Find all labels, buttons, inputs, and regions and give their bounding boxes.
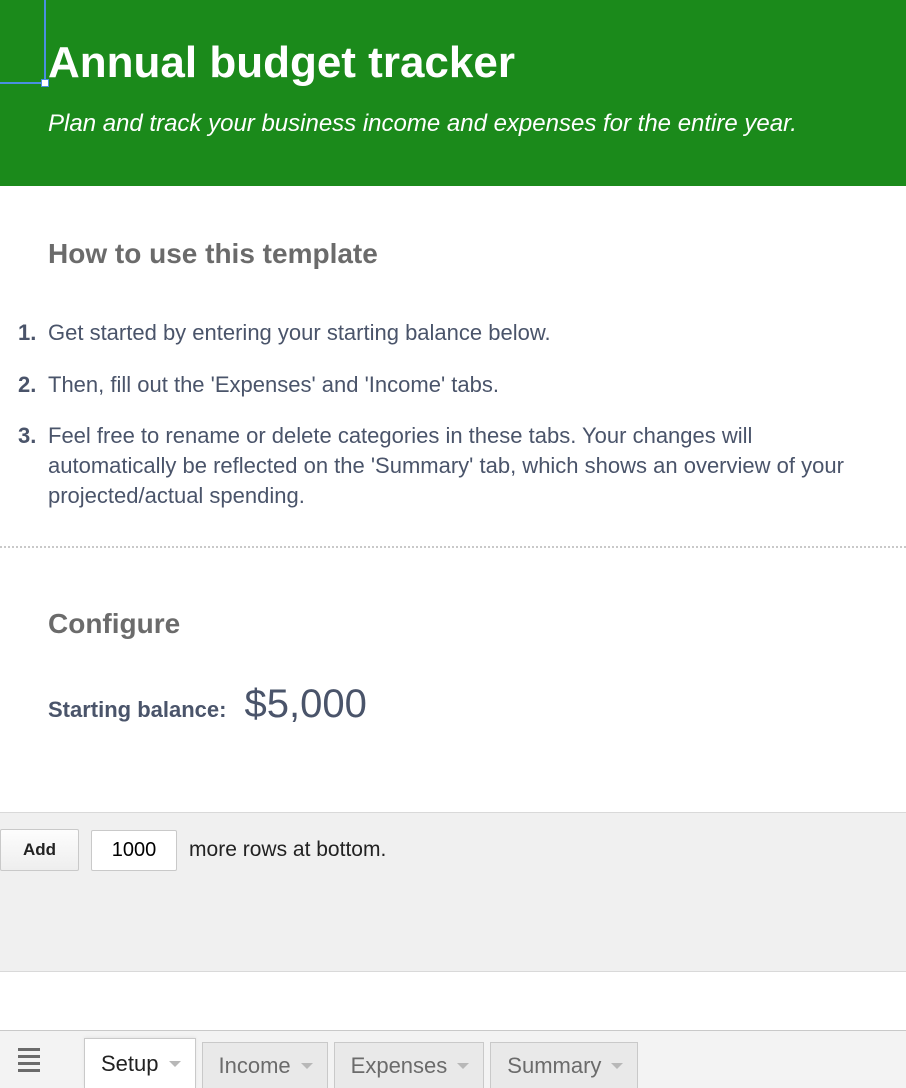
- tab-label: Expenses: [351, 1053, 448, 1079]
- add-rows-suffix: more rows at bottom.: [189, 838, 386, 862]
- tab-income[interactable]: Income: [202, 1042, 328, 1088]
- main-content: How to use this template Get started by …: [0, 186, 906, 747]
- instruction-item: Then, fill out the 'Expenses' and 'Incom…: [18, 370, 858, 400]
- chevron-down-icon[interactable]: [301, 1063, 313, 1069]
- add-rows-count-input[interactable]: [91, 830, 177, 871]
- add-rows-button[interactable]: Add: [0, 829, 79, 871]
- configure-heading: Configure: [48, 608, 858, 640]
- starting-balance-row: Starting balance: $5,000: [48, 682, 858, 727]
- page-subtitle: Plan and track your business income and …: [48, 110, 858, 138]
- add-rows-bar: Add more rows at bottom.: [0, 812, 906, 972]
- sheet-tab-bar: Setup Income Expenses Summary: [0, 1030, 906, 1088]
- tab-label: Setup: [101, 1051, 159, 1077]
- starting-balance-label: Starting balance:: [48, 697, 226, 723]
- hamburger-icon: [18, 1048, 40, 1072]
- chevron-down-icon[interactable]: [611, 1063, 623, 1069]
- selection-handle[interactable]: [41, 79, 49, 87]
- page-title: Annual budget tracker: [48, 38, 858, 88]
- header-banner: Annual budget tracker Plan and track you…: [0, 0, 906, 186]
- section-divider: [0, 546, 906, 548]
- tab-expenses[interactable]: Expenses: [334, 1042, 485, 1088]
- selection-horizontal-line: [0, 82, 46, 84]
- howto-heading: How to use this template: [48, 238, 858, 270]
- all-sheets-button[interactable]: [0, 1031, 58, 1088]
- tab-summary[interactable]: Summary: [490, 1042, 638, 1088]
- tab-label: Income: [219, 1053, 291, 1079]
- tab-label: Summary: [507, 1053, 601, 1079]
- tab-setup[interactable]: Setup: [84, 1038, 196, 1088]
- sheet-tabs: Setup Income Expenses Summary: [58, 1031, 638, 1088]
- starting-balance-value[interactable]: $5,000: [244, 682, 366, 727]
- selection-vertical-line: [44, 0, 46, 84]
- chevron-down-icon[interactable]: [457, 1063, 469, 1069]
- instructions-list: Get started by entering your starting ba…: [18, 318, 858, 510]
- instruction-item: Feel free to rename or delete categories…: [18, 421, 858, 510]
- instruction-item: Get started by entering your starting ba…: [18, 318, 858, 348]
- chevron-down-icon[interactable]: [169, 1061, 181, 1067]
